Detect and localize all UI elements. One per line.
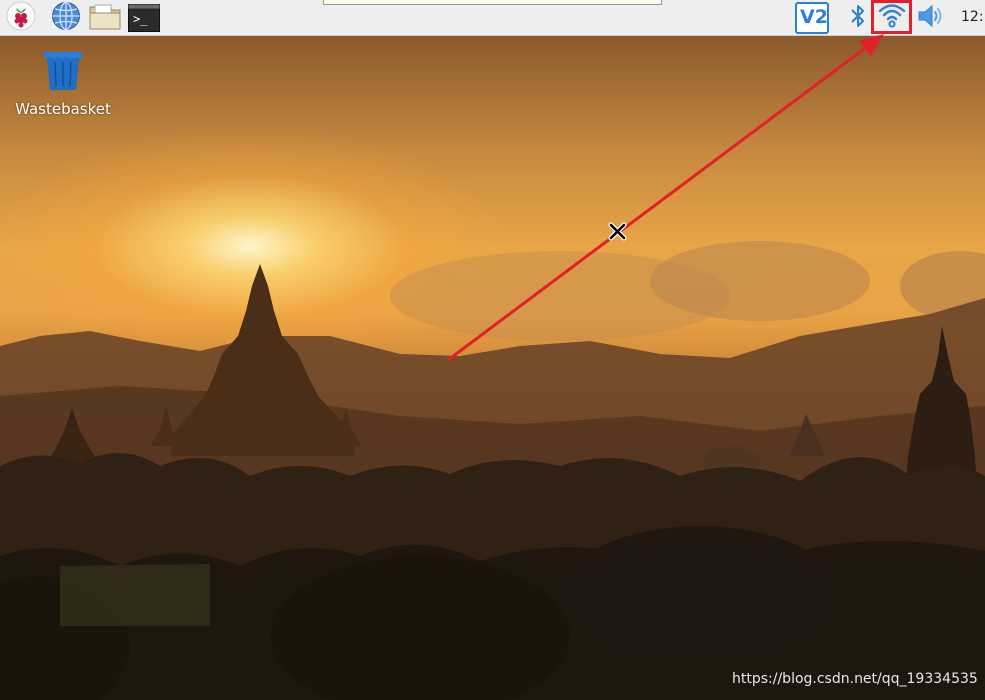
file-manager-button[interactable]: [89, 2, 121, 34]
desktop-icon-wastebasket[interactable]: Wastebasket: [8, 50, 118, 124]
applications-menu-button[interactable]: [5, 1, 37, 35]
bluetooth-icon: [848, 2, 868, 34]
terminal-button[interactable]: >_: [128, 2, 160, 34]
trash-icon: [41, 50, 85, 96]
volume-icon: [916, 3, 946, 33]
wallpaper-scene: [0, 241, 985, 700]
folder-icon: [89, 2, 121, 34]
bluetooth-button[interactable]: [842, 2, 874, 34]
vnc-server-button[interactable]: V2: [794, 1, 830, 35]
volume-button[interactable]: [915, 2, 947, 34]
vnc-label: V2: [800, 6, 828, 28]
vnc-icon: V2: [795, 2, 829, 34]
open-window-edge[interactable]: [323, 0, 662, 5]
watermark-text: https://blog.csdn.net/qq_19334535: [732, 671, 978, 687]
desktop-icon-label: Wastebasket: [15, 100, 111, 118]
terminal-icon: >_: [128, 4, 160, 32]
wifi-highlight-box: [871, 0, 912, 34]
desktop-wallpaper: [0, 36, 985, 700]
globe-icon: [51, 1, 81, 35]
clock[interactable]: 12:: [961, 9, 984, 25]
web-browser-button[interactable]: [50, 1, 82, 35]
terminal-prompt-glyph: >_: [133, 12, 148, 26]
top-panel: >_ V2 12:: [0, 0, 985, 36]
raspberry-pi-icon: [6, 1, 36, 35]
